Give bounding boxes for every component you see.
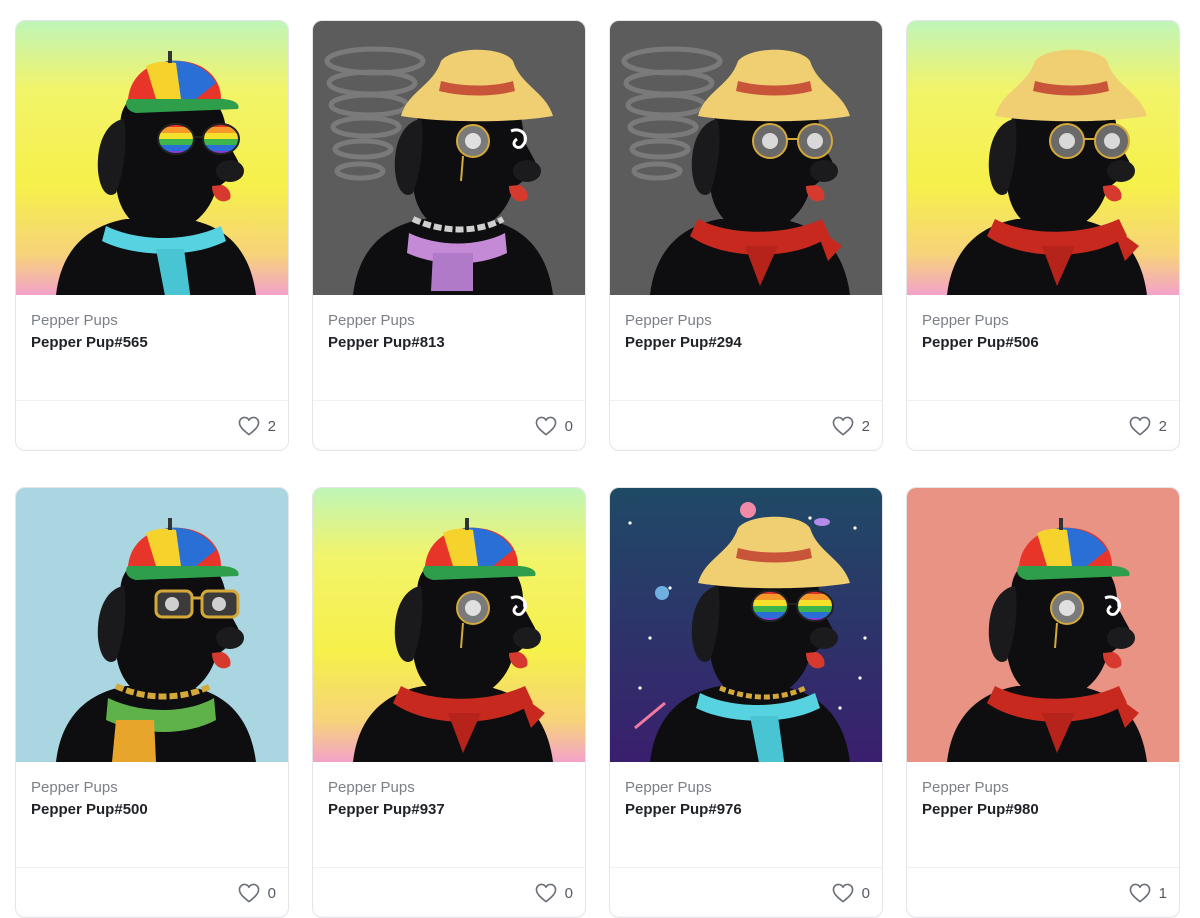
like-button[interactable]: 0: [535, 414, 573, 438]
like-button[interactable]: 1: [1129, 881, 1167, 905]
heart-outline-icon: [832, 883, 854, 903]
item-name[interactable]: Pepper Pup#506: [922, 334, 1039, 351]
like-button[interactable]: 0: [238, 881, 276, 905]
card-info: Pepper Pups Pepper Pup#506: [907, 295, 1179, 400]
card-info: Pepper Pups Pepper Pup#565: [16, 295, 288, 400]
card-info: Pepper Pups Pepper Pup#937: [313, 762, 585, 867]
card-footer: 0: [16, 867, 288, 917]
nft-image[interactable]: [907, 488, 1179, 762]
item-name[interactable]: Pepper Pup#980: [922, 801, 1039, 818]
nft-card[interactable]: Pepper Pups Pepper Pup#565 2: [15, 20, 289, 451]
nft-card[interactable]: Pepper Pups Pepper Pup#980 1: [906, 487, 1180, 918]
like-count: 2: [1158, 417, 1167, 435]
nft-image[interactable]: [610, 21, 882, 295]
nft-image[interactable]: [313, 21, 585, 295]
item-name[interactable]: Pepper Pup#976: [625, 801, 742, 818]
card-info: Pepper Pups Pepper Pup#294: [610, 295, 882, 400]
card-footer: 2: [610, 400, 882, 450]
collection-name[interactable]: Pepper Pups: [625, 779, 712, 796]
like-button[interactable]: 2: [832, 414, 870, 438]
item-name[interactable]: Pepper Pup#565: [31, 334, 148, 351]
nft-card[interactable]: Pepper Pups Pepper Pup#976 0: [609, 487, 883, 918]
card-info: Pepper Pups Pepper Pup#976: [610, 762, 882, 867]
nft-card[interactable]: Pepper Pups Pepper Pup#506 2: [906, 20, 1180, 451]
nft-card[interactable]: Pepper Pups Pepper Pup#294 2: [609, 20, 883, 451]
like-count: 2: [267, 417, 276, 435]
card-footer: 1: [907, 867, 1179, 917]
collection-name[interactable]: Pepper Pups: [922, 779, 1009, 796]
like-button[interactable]: 2: [1129, 414, 1167, 438]
like-button[interactable]: 2: [238, 414, 276, 438]
item-name[interactable]: Pepper Pup#294: [625, 334, 742, 351]
collection-name[interactable]: Pepper Pups: [31, 779, 118, 796]
collection-name[interactable]: Pepper Pups: [625, 312, 712, 329]
card-footer: 2: [907, 400, 1179, 450]
heart-outline-icon: [238, 883, 260, 903]
like-count: 0: [564, 884, 573, 902]
nft-image[interactable]: [16, 21, 288, 295]
like-count: 0: [564, 417, 573, 435]
like-count: 2: [861, 417, 870, 435]
heart-outline-icon: [535, 416, 557, 436]
card-info: Pepper Pups Pepper Pup#500: [16, 762, 288, 867]
nft-card[interactable]: Pepper Pups Pepper Pup#813 0: [312, 20, 586, 451]
like-count: 0: [267, 884, 276, 902]
heart-outline-icon: [1129, 883, 1151, 903]
nft-image[interactable]: [610, 488, 882, 762]
like-count: 0: [861, 884, 870, 902]
collection-name[interactable]: Pepper Pups: [328, 312, 415, 329]
heart-outline-icon: [535, 883, 557, 903]
card-footer: 0: [313, 867, 585, 917]
nft-card[interactable]: Pepper Pups Pepper Pup#937 0: [312, 487, 586, 918]
card-footer: 0: [313, 400, 585, 450]
nft-card[interactable]: Pepper Pups Pepper Pup#500 0: [15, 487, 289, 918]
heart-outline-icon: [1129, 416, 1151, 436]
nft-grid: Pepper Pups Pepper Pup#565 2 Pepper Pups…: [0, 0, 1200, 918]
card-footer: 2: [16, 400, 288, 450]
like-button[interactable]: 0: [535, 881, 573, 905]
collection-name[interactable]: Pepper Pups: [31, 312, 118, 329]
nft-image[interactable]: [313, 488, 585, 762]
card-info: Pepper Pups Pepper Pup#813: [313, 295, 585, 400]
item-name[interactable]: Pepper Pup#500: [31, 801, 148, 818]
item-name[interactable]: Pepper Pup#937: [328, 801, 445, 818]
item-name[interactable]: Pepper Pup#813: [328, 334, 445, 351]
heart-outline-icon: [238, 416, 260, 436]
collection-name[interactable]: Pepper Pups: [328, 779, 415, 796]
collection-name[interactable]: Pepper Pups: [922, 312, 1009, 329]
like-button[interactable]: 0: [832, 881, 870, 905]
card-info: Pepper Pups Pepper Pup#980: [907, 762, 1179, 867]
nft-image[interactable]: [16, 488, 288, 762]
heart-outline-icon: [832, 416, 854, 436]
card-footer: 0: [610, 867, 882, 917]
like-count: 1: [1158, 884, 1167, 902]
nft-image[interactable]: [907, 21, 1179, 295]
